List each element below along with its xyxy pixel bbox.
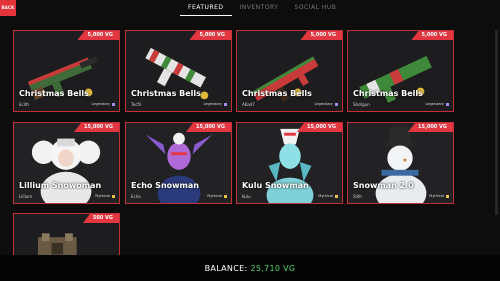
item-name: Christmas Bells [131, 89, 201, 98]
price-tag: 5,000 VG [189, 31, 231, 40]
tab-featured[interactable]: FEATURED [180, 0, 232, 16]
legendary-icon [112, 102, 115, 106]
mythical-icon [446, 194, 449, 198]
item-name: Kulu Snowman [242, 181, 309, 190]
store-item-card[interactable]: 5,000 VG Christmas Bells Ecith Legendary [13, 30, 120, 112]
item-weapon: Shotgun [353, 102, 370, 107]
item-name: Echo Snowman [131, 181, 199, 190]
character-skin-image [126, 123, 231, 203]
item-weapon: Tecfil [131, 102, 142, 107]
weapon-skin-image [14, 31, 119, 111]
legendary-icon [335, 102, 338, 106]
scrollbar[interactable] [495, 30, 498, 220]
mythical-icon [224, 194, 227, 198]
item-weapon: AKa47 [242, 102, 255, 107]
item-character: Kulu [242, 194, 251, 199]
mythical-icon [112, 194, 115, 198]
mythical-icon [335, 194, 338, 198]
item-name: Lillium Snowoman [19, 181, 102, 190]
item-name: Christmas Bells [242, 89, 312, 98]
balance-amount: 25,710 VG [250, 263, 296, 273]
tab-social-hub[interactable]: SOCIAL HUB [287, 0, 345, 16]
weapon-skin-image [348, 31, 453, 111]
price-tag: 15,000 VG [185, 123, 231, 132]
item-name: Snowman 2.0 [353, 181, 414, 190]
character-skin-image [348, 123, 453, 203]
rarity-badge: Mythical [318, 194, 338, 198]
scrollbar-thumb[interactable] [495, 30, 498, 215]
rarity-badge: Legendary [425, 102, 449, 106]
price-tag: 15,000 VG [73, 123, 119, 132]
store-item-card[interactable]: 15,000 VG Echo Snowman Echo Mythical [125, 122, 232, 204]
top-navigation: FEATURED INVENTORY SOCIAL HUB [180, 0, 350, 16]
store-item-card[interactable]: 15,000 VG Kulu Snowman Kulu Mythical [236, 122, 343, 204]
rarity-badge: Legendary [203, 102, 227, 106]
item-character: Lillium [19, 194, 33, 199]
weapon-skin-image [237, 31, 342, 111]
rarity-badge: Mythical [207, 194, 227, 198]
rarity-badge: Legendary [91, 102, 115, 106]
character-skin-image [14, 123, 119, 203]
weapon-skin-image [126, 31, 231, 111]
item-character: Echo [131, 194, 141, 199]
store-item-card[interactable]: 15,000 VG Snowman 2.0 Slith Mythical [347, 122, 454, 204]
price-tag: 5,000 VG [300, 31, 342, 40]
price-tag: 5,000 VG [411, 31, 453, 40]
price-tag: 15,000 VG [296, 123, 342, 132]
item-name: Christmas Bells [19, 89, 89, 98]
rarity-badge: Mythical [95, 194, 115, 198]
legendary-icon [224, 102, 227, 106]
store-item-card[interactable]: 5,000 VG Christmas Bells AKa47 Legendary [236, 30, 343, 112]
rarity-badge: Legendary [314, 102, 338, 106]
store-item-card[interactable]: 5,000 VG Christmas Bells Shotgun Legenda… [347, 30, 454, 112]
item-weapon: Ecith [19, 102, 29, 107]
balance-label: BALANCE: [204, 263, 248, 273]
store-item-card[interactable]: 15,000 VG Lillium Snowoman Lillium Mythi… [13, 122, 120, 204]
rarity-badge: Mythical [429, 194, 449, 198]
price-tag: 5,000 VG [77, 31, 119, 40]
item-name: Christmas Bells [353, 89, 423, 98]
store-item-card[interactable]: 5,000 VG Christmas Bells Tecfil Legendar… [125, 30, 232, 112]
legendary-icon [446, 102, 449, 106]
tab-inventory[interactable]: INVENTORY [232, 0, 287, 16]
back-button[interactable]: BACK [0, 0, 16, 16]
balance-bar: BALANCE: 25,710 VG [0, 255, 500, 281]
item-character: Slith [353, 194, 362, 199]
character-skin-image [237, 123, 342, 203]
price-tag: 15,000 VG [407, 123, 453, 132]
